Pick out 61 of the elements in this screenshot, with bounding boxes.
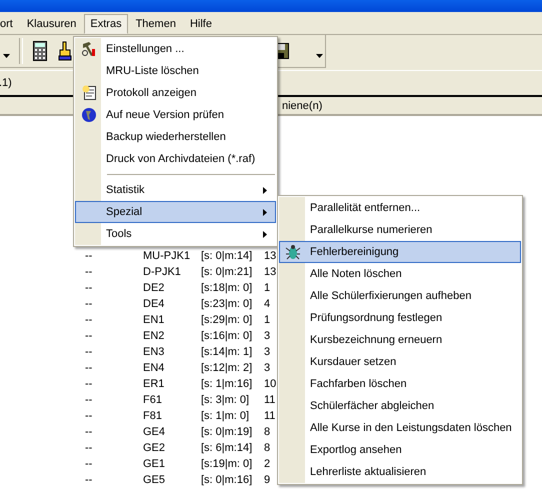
table-cell-text: MU-PJK1 — [143, 250, 192, 262]
table-cell-text: GE4 — [143, 426, 166, 438]
table-cell-text: [s:14|m: 1] — [201, 346, 254, 358]
table-cell-text: [s: 6|m:14] — [201, 442, 254, 454]
table-cell-text: [s:12|m: 2] — [201, 362, 254, 374]
table-cell: 4 — [264, 298, 270, 310]
table-cell: 13 — [264, 266, 276, 278]
table-cell-text: [s: 0|m:14] — [201, 250, 254, 262]
table-cell-text: -- — [85, 346, 94, 358]
table-cell-text: [s:16|m: 0] — [201, 330, 254, 342]
table-cell-text: -- — [85, 250, 94, 262]
table-cell-text: ER1 — [143, 378, 166, 390]
table-cell: 11 — [264, 394, 276, 406]
table-cell-text: -- — [85, 442, 94, 454]
table-cell-text: [s:23|m: 0] — [201, 298, 254, 310]
table-cell: 2 — [264, 458, 270, 470]
table-cell: 11 — [264, 410, 276, 422]
table-cell-text: F61 — [143, 394, 163, 406]
table-cell-text: DE2 — [143, 282, 166, 294]
table-cell: 10 — [264, 378, 276, 390]
table-cell-text: GE1 — [143, 458, 166, 470]
table-cell-text: -- — [85, 458, 94, 470]
table-cell-text: [s: 3|m: 0] — [201, 394, 250, 406]
table-cell-text: -- — [85, 426, 94, 438]
table-cell-text: [s: 0|m:21] — [201, 266, 254, 278]
table-cell-text: EN2 — [143, 330, 166, 342]
table-cell-text: F81 — [143, 410, 163, 422]
table-cell-text: [s:18|m: 0] — [201, 282, 254, 294]
table-cell-text: -- — [85, 474, 94, 486]
table-cell-text: GE2 — [143, 442, 166, 454]
table-cell-text: [s:19|m: 0] — [201, 458, 254, 470]
table-cell-text: GE5 — [143, 474, 166, 486]
table-cell-text: EN1 — [143, 314, 166, 326]
table-cell-text: -- — [85, 314, 94, 326]
table-cell-text: -- — [85, 266, 94, 278]
table-cell: 3 — [264, 362, 270, 374]
table-cell-text: EN3 — [143, 346, 166, 358]
table-cell: 3 — [264, 346, 270, 358]
table-cell: 1 — [264, 282, 270, 294]
table-cell-text: -- — [85, 330, 94, 342]
table-cell: 13 — [264, 250, 276, 262]
table-cell: 8 — [264, 426, 270, 438]
address-text: .1) — [0, 77, 12, 89]
table-cell-text: [s: 0|m:19] — [201, 426, 254, 438]
table-cell-text: EN4 — [143, 362, 166, 374]
table-cell: 8 — [264, 442, 270, 454]
table-cell-text: -- — [85, 394, 94, 406]
table-cell-text: -- — [85, 298, 94, 310]
table-cell: 3 — [264, 330, 270, 342]
table-cell-text: DE4 — [143, 298, 166, 310]
table-cell-text: [s: 1|m:16] — [201, 378, 254, 390]
table-cell: 9 — [264, 474, 270, 486]
table-cell-text: -- — [85, 410, 94, 422]
table-cell-text: -- — [85, 378, 94, 390]
table-cell-text: [s: 0|m:16] — [201, 474, 254, 486]
table-cell-text: D-PJK1 — [143, 266, 182, 278]
table-cell-text: [s:29|m: 0] — [201, 314, 254, 326]
table-cell-text: -- — [85, 282, 94, 294]
table-cell-text: [s: 1|m: 0] — [201, 410, 250, 422]
table-cell-text: -- — [85, 362, 94, 374]
table-cell: 1 — [264, 314, 270, 326]
